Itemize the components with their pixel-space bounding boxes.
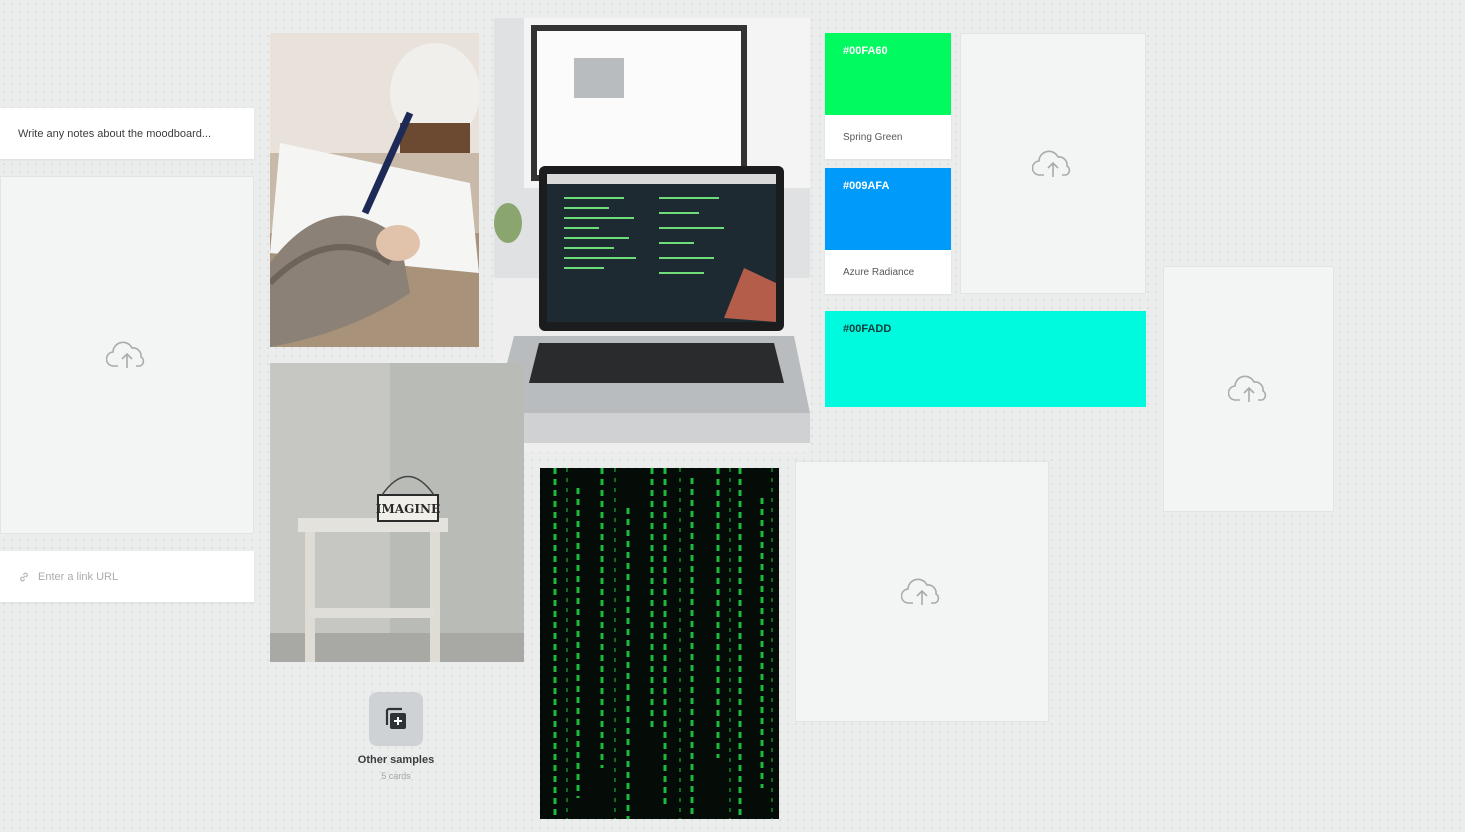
- writing-hand-image: [270, 33, 479, 347]
- link-card[interactable]: Enter a link URL: [0, 551, 254, 602]
- cloud-upload-icon: [106, 341, 145, 368]
- notes-placeholder[interactable]: Write any notes about the moodboard...: [18, 128, 211, 140]
- color-hex: #009AFA: [843, 180, 890, 192]
- color-hex: #00FA60: [843, 45, 888, 57]
- upload-placeholder-3[interactable]: [1163, 266, 1334, 512]
- samples-count: 5 cards: [381, 771, 411, 781]
- cloud-upload-icon: [901, 578, 940, 605]
- writing-hand-photo[interactable]: [270, 33, 479, 347]
- imagine-stool-image: IMAGINE: [270, 363, 524, 662]
- cloud-upload-icon: [1227, 375, 1266, 402]
- upload-placeholder-4[interactable]: [795, 461, 1049, 722]
- add-samples-button[interactable]: [369, 692, 423, 746]
- color-swatch-2[interactable]: #009AFA Azure Radiance: [825, 168, 951, 294]
- imagine-stool-photo[interactable]: IMAGINE: [270, 363, 524, 662]
- laptop-code-photo[interactable]: [494, 18, 810, 452]
- matrix-code-image: [540, 468, 779, 819]
- other-samples[interactable]: Other samples 5 cards: [340, 692, 452, 792]
- add-stack-icon: [385, 707, 406, 729]
- upload-placeholder-2[interactable]: [960, 33, 1146, 294]
- color-name: Azure Radiance: [843, 266, 915, 278]
- color-swatch-1[interactable]: #00FA60 Spring Green: [825, 33, 951, 159]
- color-name: Spring Green: [843, 131, 903, 143]
- upload-placeholder-1[interactable]: [0, 176, 254, 534]
- link-input[interactable]: Enter a link URL: [38, 571, 118, 583]
- color-swatch-3[interactable]: #00FADD: [825, 311, 1146, 407]
- samples-title: Other samples: [357, 754, 435, 766]
- matrix-code-photo[interactable]: [540, 468, 779, 819]
- cloud-upload-icon: [1032, 150, 1071, 177]
- svg-text:IMAGINE: IMAGINE: [376, 502, 440, 516]
- link-icon: [20, 572, 28, 581]
- laptop-code-image: [494, 18, 810, 452]
- color-hex: #00FADD: [843, 323, 892, 335]
- notes-card[interactable]: Write any notes about the moodboard...: [0, 108, 254, 159]
